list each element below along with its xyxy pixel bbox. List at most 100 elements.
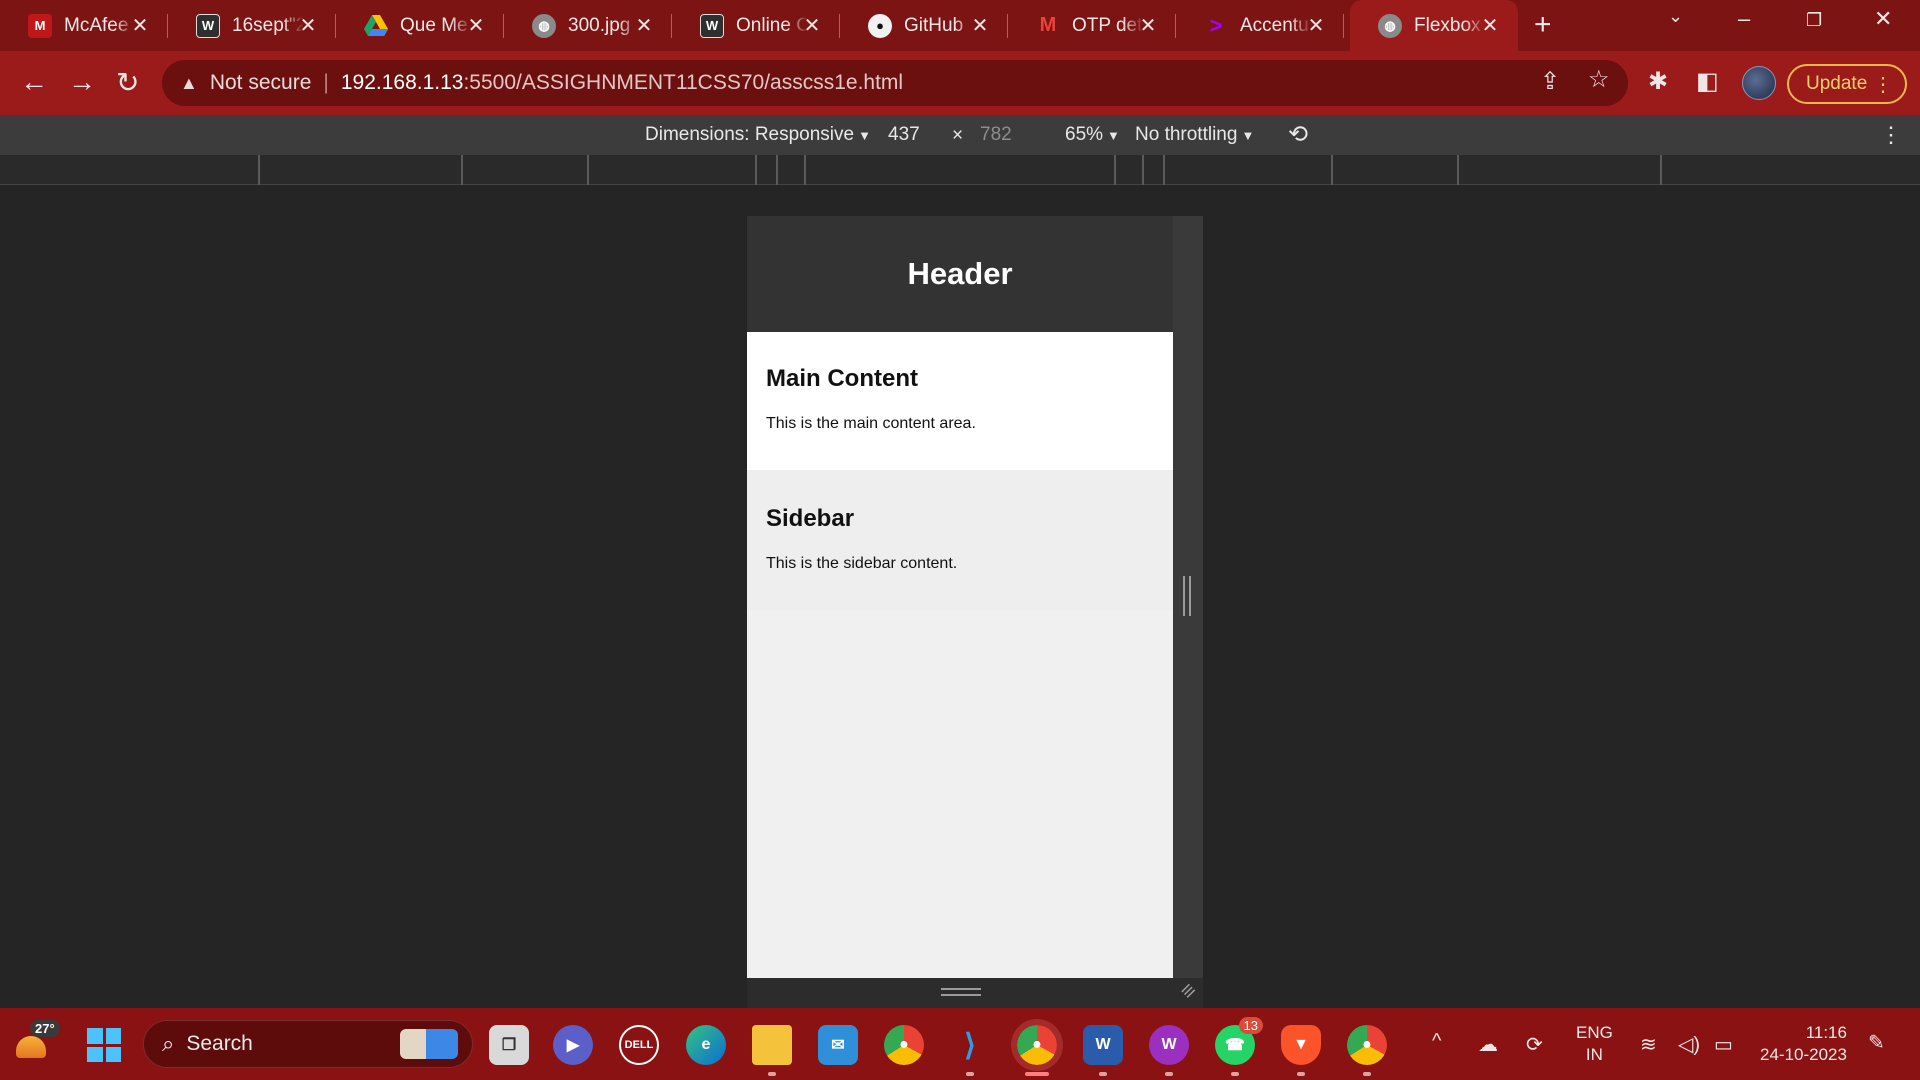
gmail-icon: M xyxy=(1039,14,1057,36)
close-icon[interactable]: ✕ xyxy=(296,13,320,38)
new-tab-button[interactable]: + xyxy=(1534,8,1552,42)
tab-que-me[interactable]: Que Me ✕ xyxy=(336,0,504,51)
width-resize-handle[interactable] xyxy=(1183,576,1191,616)
tab-label: GitHub xyxy=(904,14,964,36)
page-header-title: Header xyxy=(907,256,1013,291)
bookmark-star-icon[interactable]: ☆ xyxy=(1588,65,1610,94)
meet-chat-icon[interactable]: ▶ xyxy=(553,1025,593,1065)
globe-icon: ◍ xyxy=(532,13,556,38)
height-resize-handle[interactable] xyxy=(941,988,981,996)
device-toolbar: Dimensions: Responsive ▼ 437 × 782 65% ▼ N… xyxy=(0,115,1920,155)
tab-label: Accentu xyxy=(1240,14,1309,36)
rotate-icon[interactable]: ⟲ xyxy=(1288,120,1308,149)
tab-otp[interactable]: M OTP det ✕ xyxy=(1008,0,1176,51)
tab-github[interactable]: ● GitHub ✕ xyxy=(840,0,1008,51)
main-content-title: Main Content xyxy=(766,365,918,392)
security-label[interactable]: Not secure xyxy=(210,71,312,95)
weather-widget[interactable]: 27° xyxy=(12,1020,60,1060)
right-resize-gutter xyxy=(1173,216,1203,978)
region-code: IN xyxy=(1585,1045,1603,1064)
chrome-profile-icon[interactable]: ● xyxy=(1011,1019,1063,1076)
tab-accenture[interactable]: > Accentu ✕ xyxy=(1176,0,1344,51)
chevron-up-icon[interactable]: ^ xyxy=(1432,1030,1441,1053)
tab-16sept[interactable]: W 16sept"2 ✕ xyxy=(168,0,336,51)
share-icon[interactable]: ⇪ xyxy=(1540,67,1560,96)
chrome-profile-2-icon[interactable]: ● xyxy=(1347,1025,1387,1076)
close-icon[interactable]: ✕ xyxy=(800,13,824,38)
throttling-select[interactable]: No throttling ▼ xyxy=(1135,124,1254,146)
reload-icon[interactable]: ↻ xyxy=(116,66,139,99)
close-icon[interactable]: ✕ xyxy=(464,13,488,38)
wordpress-icon: W xyxy=(700,13,724,38)
windows-start-icon[interactable] xyxy=(87,1028,121,1062)
close-icon[interactable]: ✕ xyxy=(968,13,992,38)
notifications-icon[interactable]: ✎ xyxy=(1868,1030,1885,1055)
width-input[interactable]: 437 xyxy=(888,124,920,146)
close-icon[interactable]: ✕ xyxy=(128,13,152,38)
battery-icon[interactable]: ▭ xyxy=(1714,1032,1733,1057)
close-icon[interactable]: ✕ xyxy=(632,13,656,38)
update-button[interactable]: Update ⋮ xyxy=(1787,64,1907,104)
search-icon: ⌕ xyxy=(162,1031,175,1056)
whatsapp-icon[interactable]: ☎ 13 xyxy=(1215,1017,1263,1076)
accenture-icon: > xyxy=(1209,12,1223,38)
height-input[interactable]: 782 xyxy=(980,124,1012,146)
warning-icon[interactable]: ▲ xyxy=(180,73,198,94)
brave-icon[interactable]: ▼ xyxy=(1281,1025,1321,1076)
forward-icon[interactable]: → xyxy=(68,66,96,98)
taskbar-search[interactable]: ⌕ Search xyxy=(143,1020,473,1068)
media-query-ruler[interactable] xyxy=(0,155,1920,185)
more-menu-icon[interactable]: ⋮ xyxy=(1873,72,1893,97)
main-content-text: This is the main content area. xyxy=(766,415,976,432)
language-indicator[interactable]: ENG IN xyxy=(1576,1022,1613,1066)
wifi-icon[interactable]: ≋ xyxy=(1640,1032,1657,1057)
minimize-icon[interactable]: – xyxy=(1738,6,1750,32)
globe-icon: ◍ xyxy=(1378,13,1402,38)
tab-flexbox[interactable]: ◍ Flexbox ✕ xyxy=(1350,0,1518,51)
corner-resize-handle[interactable]: ≡ xyxy=(1175,977,1202,1004)
tab-mcafee[interactable]: M McAfee ✕ xyxy=(0,0,168,51)
edge-icon[interactable]: e xyxy=(686,1025,726,1065)
mail-icon[interactable]: ✉ xyxy=(818,1025,858,1065)
extensions-icon[interactable]: ✱ xyxy=(1648,67,1668,96)
dell-icon[interactable]: DELL xyxy=(619,1025,659,1065)
whatsapp-badge: 13 xyxy=(1238,1017,1263,1034)
onedrive-icon[interactable]: ☁ xyxy=(1478,1032,1498,1057)
main-content: Main Content This is the main content ar… xyxy=(747,332,1173,470)
tab-label: Que Me xyxy=(400,14,468,36)
tab-online[interactable]: W Online C ✕ xyxy=(672,0,840,51)
avatar[interactable] xyxy=(1742,66,1776,100)
zoom-select[interactable]: 65% ▼ xyxy=(1065,124,1120,146)
tab-search-icon[interactable]: ⌄ xyxy=(1668,6,1683,27)
zoom-label: 65% xyxy=(1065,124,1104,145)
volume-icon[interactable]: ◁) xyxy=(1678,1032,1700,1057)
tab-300-jpg[interactable]: ◍ 300.jpg ✕ xyxy=(504,0,672,51)
whiteboard-icon[interactable]: W xyxy=(1149,1025,1189,1076)
url-host: 192.168.1.13 xyxy=(340,71,464,94)
tab-label: 16sept"2 xyxy=(232,14,304,36)
sync-icon[interactable]: ⟳ xyxy=(1526,1032,1543,1057)
address-divider: | xyxy=(323,71,329,94)
chrome-icon[interactable]: ● xyxy=(884,1025,924,1065)
close-icon[interactable]: ✕ xyxy=(1136,13,1160,38)
close-icon[interactable]: ✕ xyxy=(1304,13,1328,38)
word-icon[interactable]: W xyxy=(1083,1025,1123,1076)
close-icon[interactable]: ✕ xyxy=(1478,13,1502,38)
wordpress-icon: W xyxy=(196,13,220,38)
update-label: Update xyxy=(1806,73,1868,94)
clock[interactable]: 11:16 24-10-2023 xyxy=(1760,1022,1847,1066)
restore-icon[interactable]: ❐ xyxy=(1806,10,1822,31)
device-more-icon[interactable]: ⋮ xyxy=(1880,122,1902,148)
address-bar[interactable]: ▲ Not secure | 192.168.1.13:5500/ASSIGHN… xyxy=(162,60,1628,106)
sidebar: Sidebar This is the sidebar content. xyxy=(747,470,1173,610)
side-panel-icon[interactable]: ◧ xyxy=(1696,67,1719,96)
window-close-icon[interactable]: ✕ xyxy=(1874,6,1892,32)
weather-sun-icon xyxy=(16,1036,46,1058)
github-icon: ● xyxy=(868,13,892,38)
vscode-icon[interactable]: ⟩ xyxy=(950,1025,990,1076)
dimensions-select[interactable]: Dimensions: Responsive ▼ xyxy=(645,124,871,146)
file-explorer-icon[interactable] xyxy=(752,1025,792,1076)
task-view-icon[interactable]: ❐ xyxy=(489,1025,529,1065)
back-icon[interactable]: ← xyxy=(20,66,48,98)
mcafee-icon: M xyxy=(28,13,52,38)
